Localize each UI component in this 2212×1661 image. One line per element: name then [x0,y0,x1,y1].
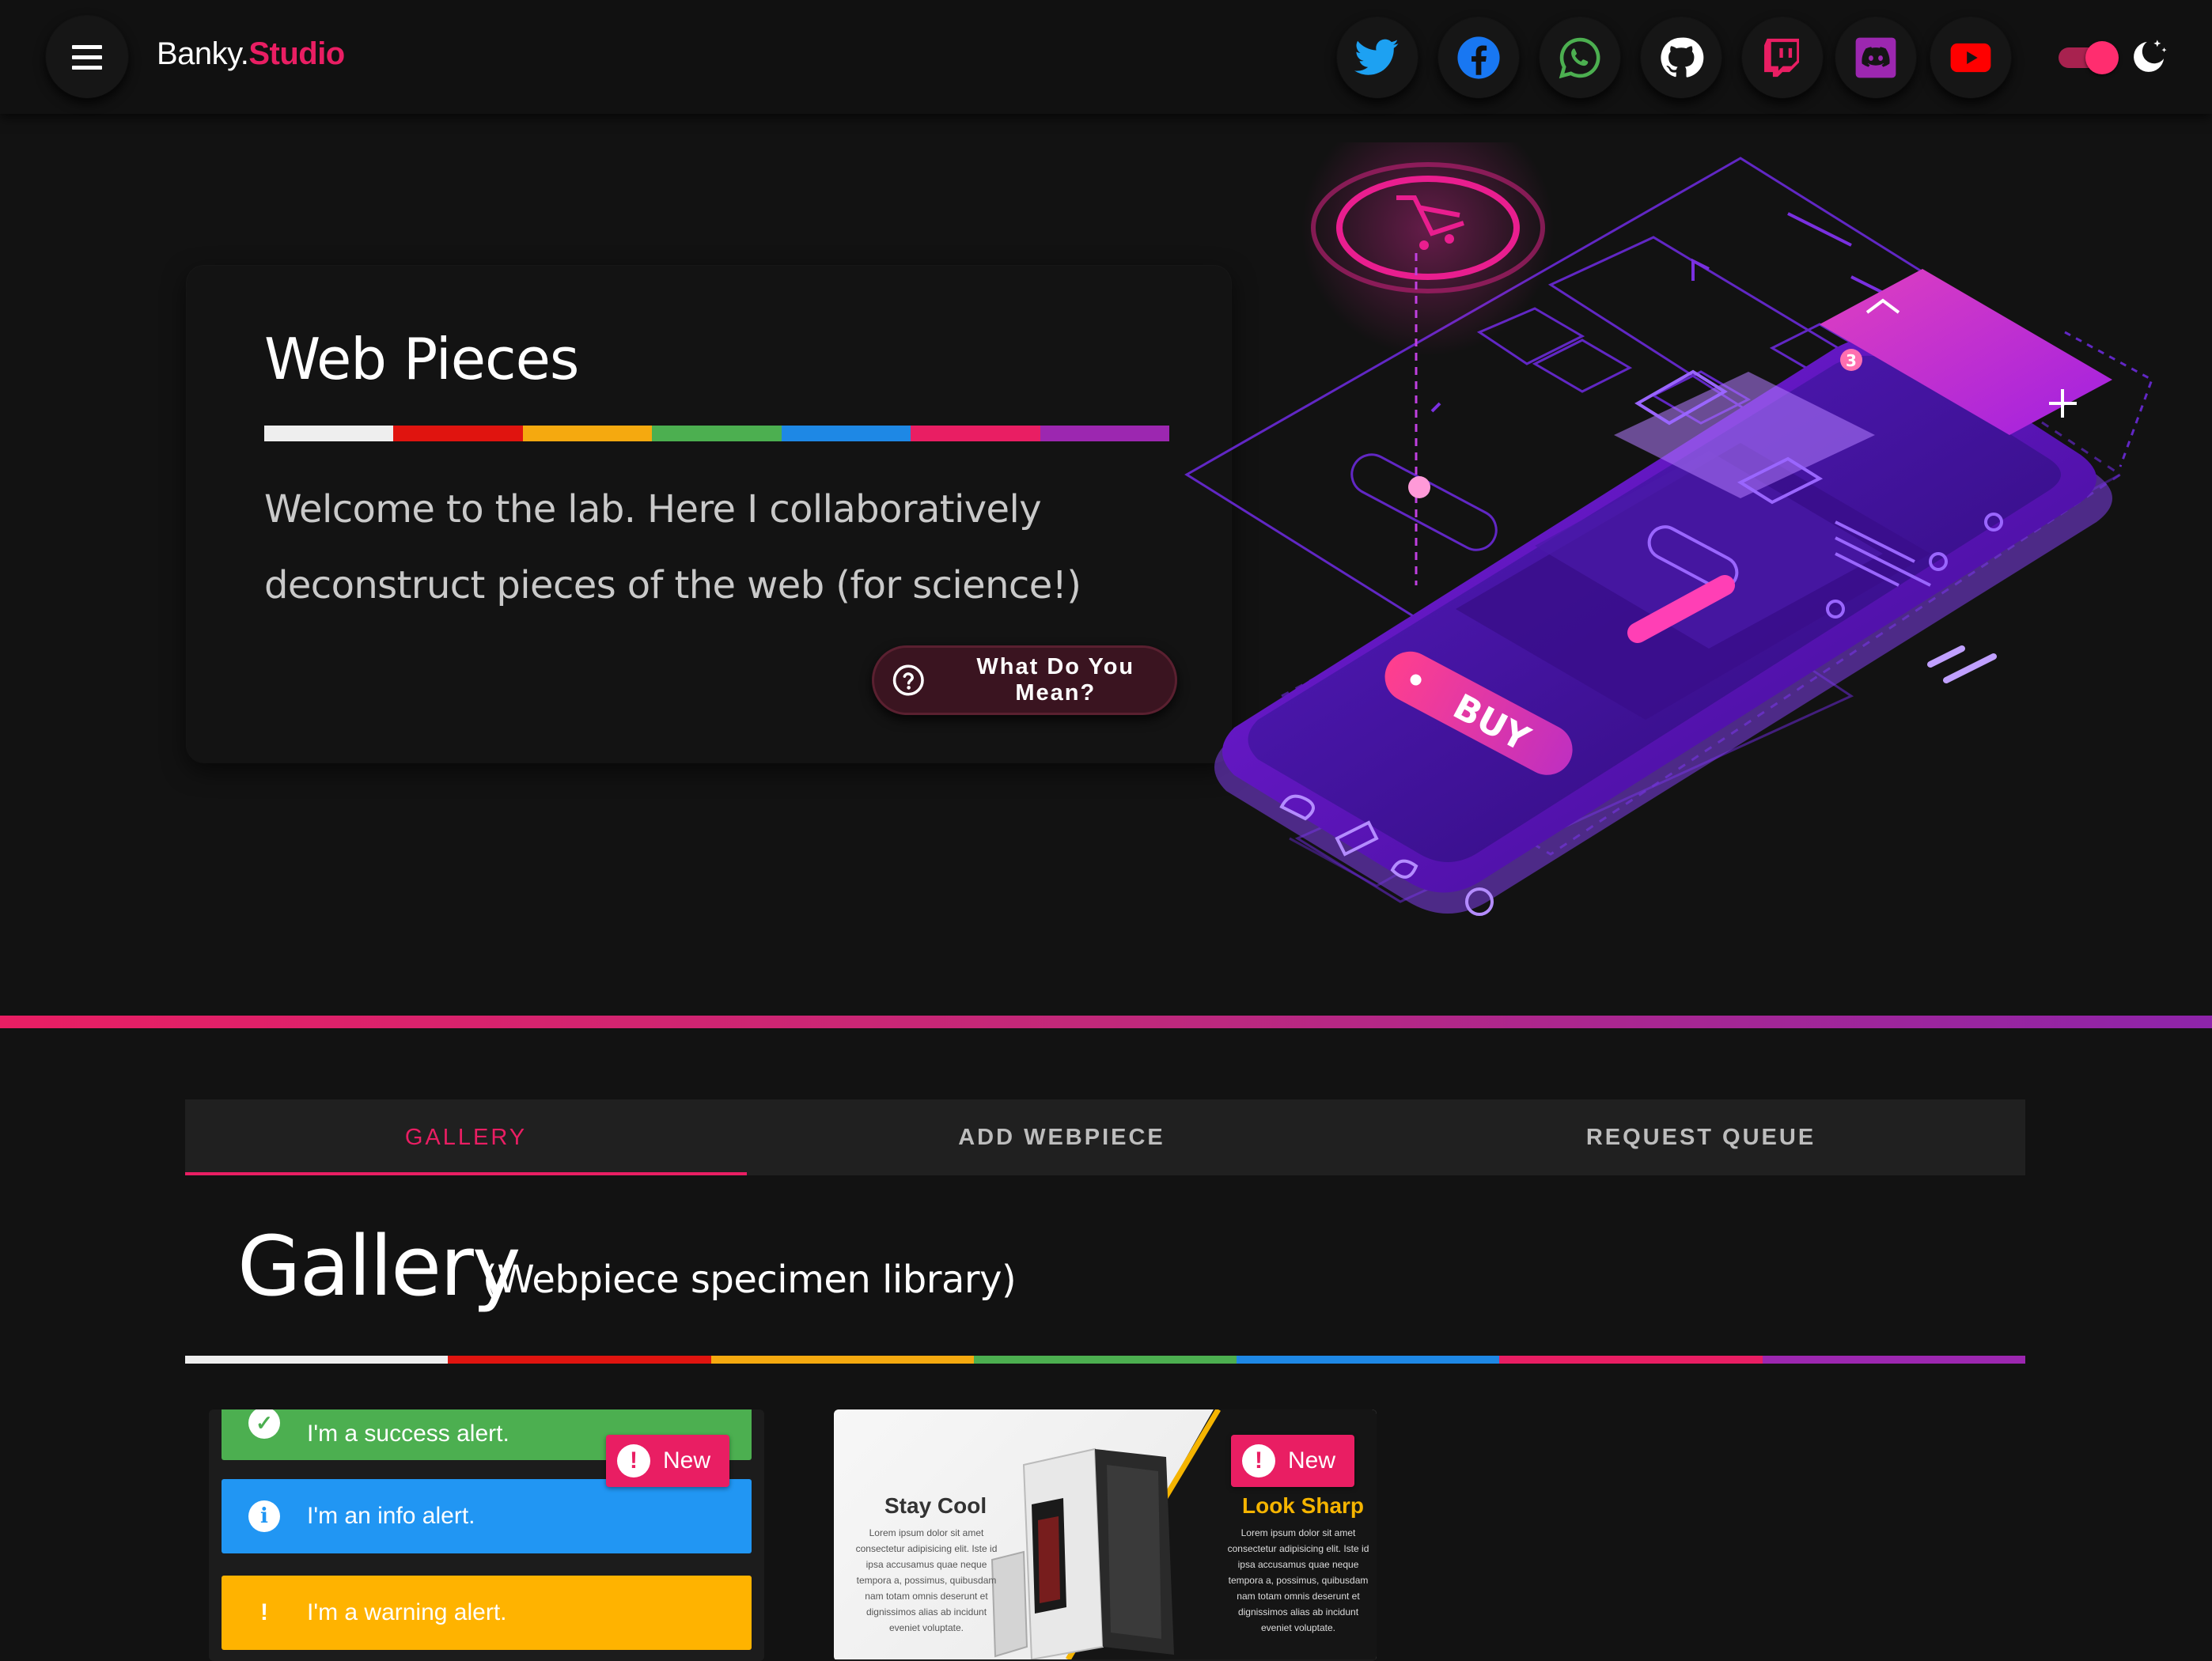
tab-add-webpiece[interactable]: ADD WEBPIECE [747,1099,1377,1175]
stripe-segment [264,426,394,441]
theme-toggle-thumb[interactable] [2085,41,2119,74]
warning-alert: ! I'm a warning alert. [222,1576,752,1650]
alert-badge-icon: ! [1242,1444,1275,1477]
hamburger-menu-icon [72,44,102,49]
whatsapp-button[interactable] [1540,17,1620,98]
hero-title: Web Pieces [264,326,579,392]
gallery-title: Gallery [237,1218,521,1315]
brand-name-part1: Banky. [157,36,249,71]
twitter-button[interactable] [1337,17,1418,98]
info-alert: i I'm an info alert. [222,1479,752,1553]
facebook-icon [1457,36,1500,79]
brand-logo[interactable]: Banky.Studio [157,36,345,72]
tab-gallery[interactable]: GALLERY [185,1099,747,1175]
hero-description: Welcome to the lab. Here I collaborative… [264,487,1081,607]
promo-left-body: Lorem ipsum dolor sit amet consectetur a… [855,1527,998,1633]
stripe-segment [1040,426,1169,441]
new-badge: ! New [1231,1435,1355,1487]
gallery-subtitle: (Webpiece specimen library) [483,1258,1017,1302]
tab-request-queue-label: REQUEST QUEUE [1585,1124,1816,1150]
gallery-color-stripe [185,1356,2025,1364]
warning-alert-text: I'm a warning alert. [307,1599,507,1625]
discord-button[interactable] [1835,17,1916,98]
what-do-you-mean-button[interactable]: What Do You Mean? [872,645,1177,715]
phone-shopping-illustration: BUY + 3 [1184,142,2153,916]
hero-color-stripe [264,426,1169,441]
info-alert-text: I'm an info alert. [307,1503,475,1529]
help-circle-icon [892,664,924,696]
new-badge-label: New [1288,1447,1336,1474]
stripe-segment [710,1356,974,1364]
facebook-button[interactable] [1438,17,1519,98]
stripe-segment [911,426,1040,441]
stripe-segment [522,426,653,441]
stripe-segment [185,1356,449,1364]
stripe-segment [448,1356,711,1364]
new-badge: ! New [606,1435,730,1487]
warning-icon: ! [260,1599,268,1625]
what-do-you-mean-label: What Do You Mean? [976,654,1135,706]
check-circle-icon: ✓ [248,1409,280,1439]
whatsapp-icon [1559,37,1600,79]
section-tabs: GALLERY ADD WEBPIECE REQUEST QUEUE [185,1099,2025,1175]
gallery-card-alerts[interactable]: ✓ I'm a success alert. i I'm an info ale… [209,1409,764,1661]
promo-right-body: Lorem ipsum dolor sit amet consectetur a… [1227,1527,1369,1633]
discord-icon [1855,37,1896,78]
stripe-segment [393,426,523,441]
github-icon [1661,37,1704,78]
stripe-segment [1237,1356,1500,1364]
twitch-icon [1764,38,1800,78]
youtube-icon [1950,43,1991,73]
stripe-segment [1499,1356,1763,1364]
cart-count-label: 3 [1846,351,1857,370]
info-circle-icon: i [248,1500,280,1532]
youtube-button[interactable] [1930,17,2011,98]
hamburger-line [72,65,102,70]
twitch-button[interactable] [1742,17,1823,98]
stripe-segment [652,426,782,441]
gallery-card-promo[interactable]: Stay Cool Lorem ipsum dolor sit amet con… [834,1409,1377,1661]
menu-button[interactable] [46,16,128,98]
app-bar: Banky.Studio [0,0,2212,114]
new-badge-label: New [663,1447,711,1474]
stripe-segment [973,1356,1237,1364]
hamburger-line [72,55,102,59]
tab-request-queue[interactable]: REQUEST QUEUE [1377,1099,2025,1175]
brand-name-part2: Studio [248,36,345,71]
promo-right-heading: Look Sharp [1242,1493,1365,1518]
tab-add-webpiece-label: ADD WEBPIECE [958,1124,1165,1150]
section-divider-gradient [0,1016,2212,1028]
alert-badge-icon: ! [617,1444,650,1477]
moon-stars-icon [2134,40,2167,72]
promo-left-heading: Stay Cool [884,1493,987,1518]
success-alert-text: I'm a success alert. [307,1421,509,1447]
tab-gallery-label: GALLERY [404,1124,528,1150]
twitter-icon [1354,39,1399,75]
github-button[interactable] [1641,17,1721,98]
stripe-segment [781,426,911,441]
stripe-segment [1762,1356,2025,1364]
